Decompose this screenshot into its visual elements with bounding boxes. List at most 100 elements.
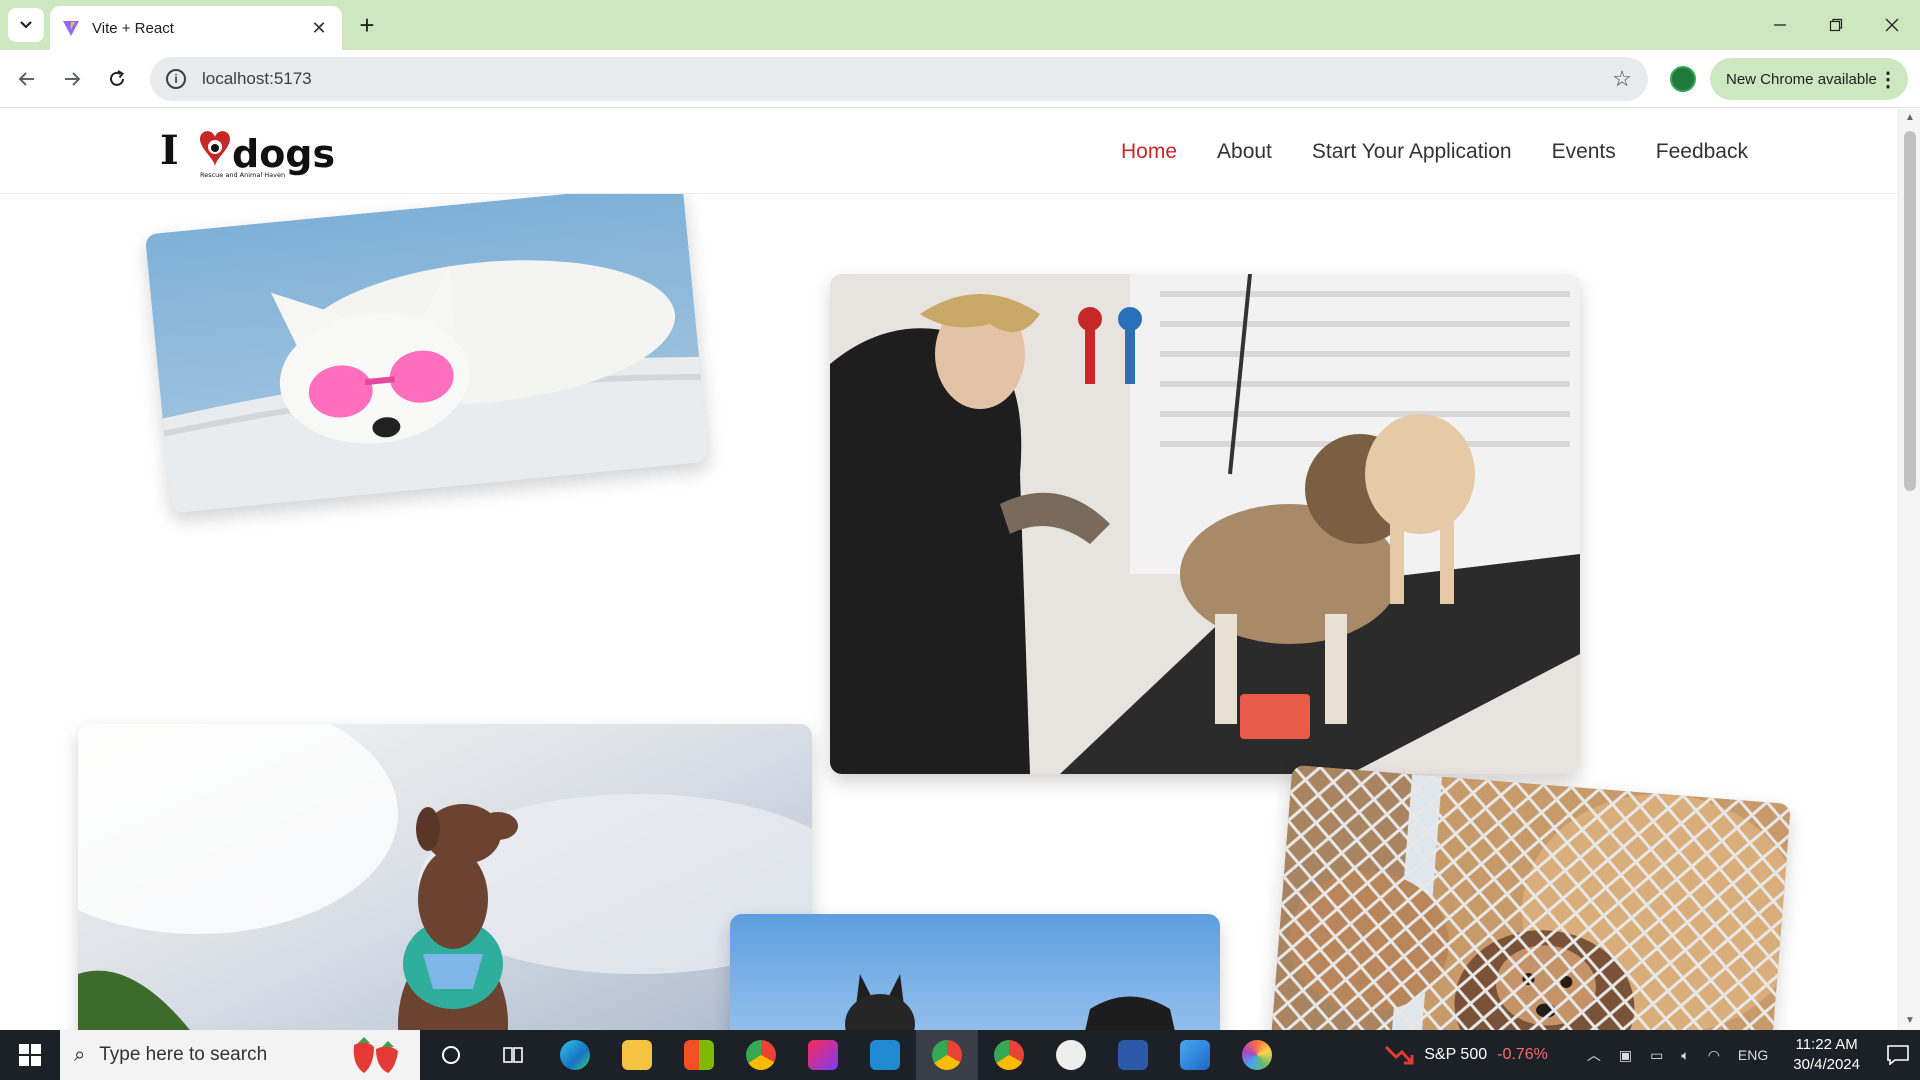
address-bar[interactable]: i localhost:5173 ☆ bbox=[150, 57, 1648, 101]
folder-icon bbox=[622, 1040, 652, 1070]
stock-change: -0.76% bbox=[1497, 1046, 1548, 1063]
kebab-menu-icon[interactable]: ⋮ bbox=[1878, 67, 1898, 92]
taskbar-store[interactable] bbox=[668, 1030, 730, 1080]
taskbar-paint[interactable] bbox=[1226, 1030, 1288, 1080]
url-text[interactable]: localhost:5173 bbox=[202, 69, 1612, 89]
browser-tab[interactable]: Vite + React ✕ bbox=[50, 6, 342, 50]
word-icon bbox=[1118, 1040, 1148, 1070]
clock-date: 30/4/2024 bbox=[1793, 1056, 1860, 1073]
restore-button[interactable] bbox=[1808, 0, 1864, 50]
scroll-up-arrow-icon[interactable]: ▲ bbox=[1899, 109, 1920, 127]
taskbar-photos[interactable] bbox=[1164, 1030, 1226, 1080]
photo-dogs-blue-sky bbox=[730, 914, 1220, 1030]
windows-taskbar: ⌕ Type here to search S&P 500 -0.76% ︿ ▣… bbox=[0, 1030, 1920, 1080]
nav-home[interactable]: Home bbox=[1121, 140, 1177, 164]
clock[interactable]: 11:22 AM 30/4/2024 bbox=[1793, 1035, 1860, 1075]
svg-text:dogs: dogs bbox=[232, 132, 335, 176]
new-tab-button[interactable]: + bbox=[352, 10, 382, 40]
intellij-icon bbox=[808, 1040, 838, 1070]
tab-search-button[interactable] bbox=[8, 8, 44, 42]
task-view-button[interactable] bbox=[482, 1030, 544, 1080]
panda-app-icon bbox=[1056, 1040, 1086, 1070]
stock-widget[interactable]: S&P 500 -0.76% bbox=[1384, 1043, 1548, 1067]
taskbar-search[interactable]: ⌕ Type here to search bbox=[60, 1030, 420, 1080]
stock-name: S&P 500 bbox=[1424, 1046, 1488, 1063]
minimize-button[interactable] bbox=[1752, 0, 1808, 50]
page-viewport: I dogs Rescue and Animal Haven Home Abou… bbox=[0, 109, 1920, 1030]
windows-logo-icon bbox=[19, 1044, 41, 1066]
photo-groomer-dog bbox=[830, 274, 1580, 774]
tab-title: Vite + React bbox=[92, 19, 174, 37]
arrow-left-icon bbox=[18, 72, 34, 86]
wifi-icon[interactable]: ◠ bbox=[1708, 1047, 1720, 1064]
taskbar-chrome-profile[interactable] bbox=[978, 1030, 1040, 1080]
nav-about[interactable]: About bbox=[1217, 140, 1272, 164]
notifications-button[interactable] bbox=[1876, 1030, 1920, 1080]
scroll-down-arrow-icon[interactable]: ▼ bbox=[1899, 1012, 1920, 1030]
svg-text:I: I bbox=[160, 127, 179, 174]
nav-events[interactable]: Events bbox=[1552, 140, 1616, 164]
taskbar-vscode[interactable] bbox=[854, 1030, 916, 1080]
strawberry-icon bbox=[353, 1037, 398, 1073]
system-tray: S&P 500 -0.76% ︿ ▣ ▭ 🔈︎ ◠ ENG 11:22 AM 3… bbox=[1384, 1030, 1920, 1080]
taskbar-word[interactable] bbox=[1102, 1030, 1164, 1080]
site-nav-links: Home About Start Your Application Events… bbox=[1121, 109, 1748, 194]
reload-button[interactable] bbox=[100, 62, 134, 96]
clock-time: 11:22 AM bbox=[1795, 1036, 1858, 1053]
profile-avatar[interactable] bbox=[1670, 66, 1696, 92]
chevron-down-icon bbox=[20, 21, 32, 29]
photo-dog-bandana-sky bbox=[78, 724, 812, 1030]
browser-titlebar: Vite + React ✕ + bbox=[0, 0, 1920, 50]
notification-icon bbox=[1887, 1045, 1909, 1065]
chrome-icon bbox=[932, 1040, 962, 1070]
store-icon bbox=[684, 1040, 714, 1070]
task-view-icon bbox=[503, 1047, 523, 1063]
taskbar-file-explorer[interactable] bbox=[606, 1030, 668, 1080]
forward-button[interactable] bbox=[55, 62, 89, 96]
chrome-icon bbox=[746, 1040, 776, 1070]
cortana-button[interactable] bbox=[420, 1030, 482, 1080]
close-window-button[interactable] bbox=[1864, 0, 1920, 50]
arrow-right-icon bbox=[65, 72, 81, 86]
edge-icon bbox=[560, 1040, 590, 1070]
chrome-icon bbox=[994, 1040, 1024, 1070]
battery-icon[interactable]: ▭ bbox=[1650, 1047, 1663, 1064]
taskbar-edge[interactable] bbox=[544, 1030, 606, 1080]
minimize-icon bbox=[1774, 24, 1786, 26]
nav-start-application[interactable]: Start Your Application bbox=[1312, 140, 1512, 164]
cortana-icon bbox=[442, 1046, 460, 1064]
i-love-dogs-logo: I dogs Rescue and Animal Haven bbox=[160, 127, 335, 179]
chrome-update-button[interactable]: New Chrome available ⋮ bbox=[1710, 58, 1908, 100]
reload-icon bbox=[110, 70, 124, 86]
paint-icon bbox=[1242, 1040, 1272, 1070]
volume-icon[interactable]: 🔈︎ bbox=[1681, 1047, 1689, 1064]
bookmark-star-icon[interactable]: ☆ bbox=[1612, 66, 1632, 92]
taskbar-chrome[interactable] bbox=[730, 1030, 792, 1080]
language-indicator[interactable]: ENG bbox=[1738, 1047, 1768, 1063]
restore-icon bbox=[1829, 18, 1843, 32]
site-info-icon[interactable]: i bbox=[166, 69, 186, 89]
window-controls bbox=[1752, 0, 1920, 50]
stock-chart-icon bbox=[1385, 1045, 1414, 1065]
nav-feedback[interactable]: Feedback bbox=[1656, 140, 1748, 164]
tab-close-icon[interactable]: ✕ bbox=[308, 18, 330, 39]
photo-white-dog-sunglasses bbox=[144, 182, 710, 514]
taskbar-intellij[interactable] bbox=[792, 1030, 854, 1080]
page-scrollbar[interactable]: ▲ ▼ bbox=[1898, 109, 1920, 1030]
svg-text:Rescue and Animal Haven: Rescue and Animal Haven bbox=[200, 171, 285, 179]
scroll-thumb[interactable] bbox=[1904, 131, 1916, 491]
meet-icon[interactable]: ▣ bbox=[1619, 1047, 1632, 1064]
site-navbar: I dogs Rescue and Animal Haven Home Abou… bbox=[0, 109, 1898, 194]
search-placeholder: Type here to search bbox=[99, 1044, 268, 1065]
back-button[interactable] bbox=[10, 62, 44, 96]
start-button[interactable] bbox=[0, 1030, 60, 1080]
photos-icon bbox=[1180, 1040, 1210, 1070]
taskbar-app-panda[interactable] bbox=[1040, 1030, 1102, 1080]
chevron-up-icon[interactable]: ︿ bbox=[1587, 1045, 1601, 1065]
site-logo[interactable]: I dogs Rescue and Animal Haven bbox=[160, 127, 335, 179]
photo-puppies-fence bbox=[1269, 764, 1791, 1030]
vite-favicon-icon bbox=[63, 21, 79, 36]
update-label: New Chrome available bbox=[1726, 70, 1877, 88]
browser-toolbar: i localhost:5173 ☆ New Chrome available … bbox=[0, 50, 1920, 108]
taskbar-chrome-active[interactable] bbox=[916, 1030, 978, 1080]
